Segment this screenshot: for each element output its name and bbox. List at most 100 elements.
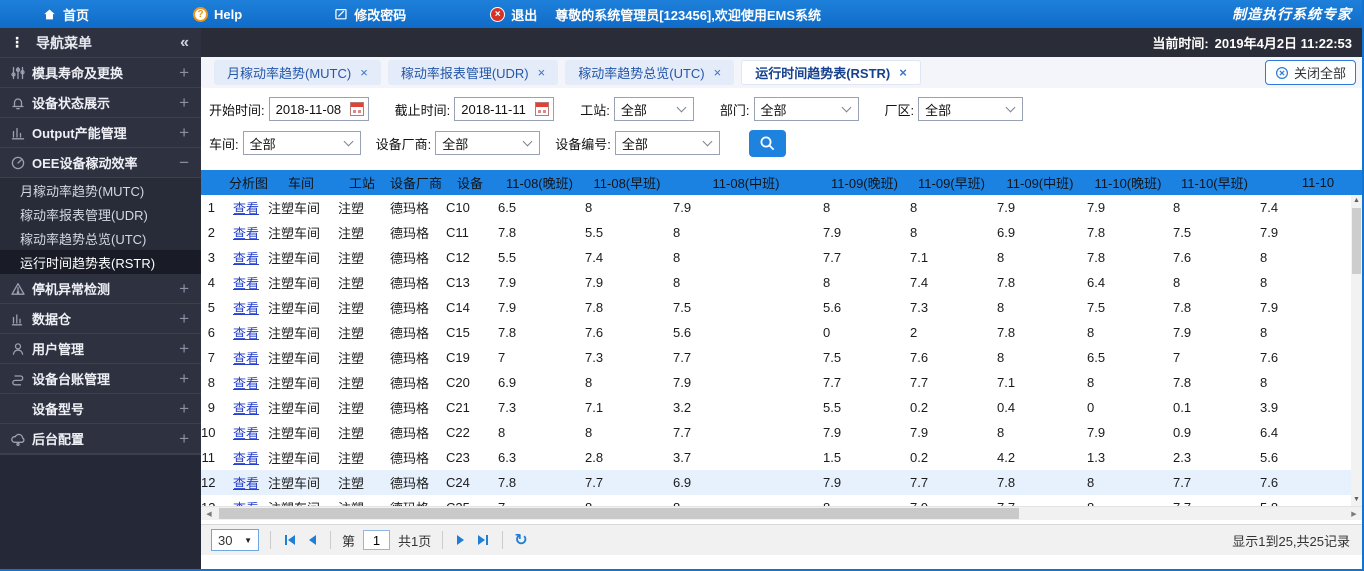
sidebar-item[interactable]: 设备状态展示 + (0, 88, 201, 118)
vertical-scroll-thumb[interactable] (1352, 208, 1361, 274)
horizontal-scroll-thumb[interactable] (219, 508, 1019, 519)
expand-toggle-icon[interactable]: + (179, 94, 189, 111)
sidebar-subitem[interactable]: 月稼动率趋势(MUTC) (0, 178, 201, 202)
vendor-select[interactable]: 全部 (435, 131, 541, 155)
sidebar-subitem[interactable]: 运行时间趋势表(RSTR) (0, 250, 201, 274)
tab-close-icon[interactable]: × (538, 65, 546, 80)
view-link-text[interactable]: 查看 (233, 351, 259, 366)
view-link[interactable]: 查看 (231, 423, 266, 442)
table-row[interactable]: 9 查看 注塑车间 注塑 德玛格 C21 7.3 7.1 3.2 5.5 0.2 0.4 0 0.1 3.9 (201, 395, 1362, 420)
tab-close-icon[interactable]: × (899, 65, 907, 80)
start-time-input[interactable]: 2018-11-08 (268, 97, 369, 121)
table-row[interactable]: 8 查看 注塑车间 注塑 德玛格 C20 6.9 8 7.9 7.7 7.7 7.1 8 7.8 8 (201, 370, 1362, 395)
refresh-icon[interactable]: ↻ (514, 530, 527, 550)
next-page-button[interactable] (454, 535, 467, 545)
sidebar-item[interactable]: 设备台账管理 + (0, 364, 201, 394)
expand-toggle-icon[interactable]: + (179, 340, 189, 357)
scroll-up-arrow-icon[interactable]: ▲ (1351, 195, 1362, 207)
factory-select[interactable]: 全部 (918, 97, 1024, 121)
previous-page-button[interactable] (306, 535, 319, 545)
view-link[interactable]: 查看 (231, 323, 266, 342)
expand-toggle-icon[interactable]: + (179, 310, 189, 327)
table-row[interactable]: 10 查看 注塑车间 注塑 德玛格 C22 8 8 7.7 7.9 7.9 8 7.9 0.9 6.4 (201, 420, 1362, 445)
tab-item[interactable]: 月稼动率趋势(MUTC) × (214, 60, 381, 85)
sidebar-collapse-icon[interactable]: « (180, 34, 189, 52)
table-row[interactable]: 1 查看 注塑车间 注塑 德玛格 C10 6.5 8 7.9 8 8 7.9 7.9 8 7.4 (201, 195, 1362, 220)
scroll-left-arrow-icon[interactable]: ◀ (201, 507, 217, 520)
view-link-text[interactable]: 查看 (233, 201, 259, 216)
view-link-text[interactable]: 查看 (233, 376, 259, 391)
sidebar-item[interactable]: 停机异常检测 + (0, 274, 201, 304)
table-row[interactable]: 5 查看 注塑车间 注塑 德玛格 C14 7.9 7.8 7.5 5.6 7.3 8 7.5 7.8 7.9 (201, 295, 1362, 320)
tab-close-icon[interactable]: × (714, 65, 722, 80)
sidebar-item[interactable]: 后台配置 + (0, 424, 201, 454)
logout-button[interactable]: × 退出 (490, 5, 537, 24)
table-row[interactable]: 11 查看 注塑车间 注塑 德玛格 C23 6.3 2.8 3.7 1.5 0.2 4.2 1.3 2.3… (201, 445, 1362, 470)
view-link-text[interactable]: 查看 (233, 326, 259, 341)
scroll-right-arrow-icon[interactable]: ▶ (1346, 507, 1362, 520)
table-row[interactable]: 3 查看 注塑车间 注塑 德玛格 C12 5.5 7.4 8 7.7 7.1 8 7.8 7.6 8 (201, 245, 1362, 270)
table-row[interactable]: 4 查看 注塑车间 注塑 德玛格 C13 7.9 7.9 8 8 7.4 7.8 6.4 8 8 (201, 270, 1362, 295)
tab-active[interactable]: 运行时间趋势表(RSTR) × (741, 60, 921, 85)
expand-toggle-icon[interactable]: + (179, 400, 189, 417)
expand-toggle-icon[interactable]: + (179, 430, 189, 447)
view-link-text[interactable]: 查看 (233, 476, 259, 491)
view-link[interactable]: 查看 (231, 198, 266, 217)
view-link[interactable]: 查看 (231, 298, 266, 317)
collapse-toggle-icon[interactable]: − (179, 154, 189, 171)
page-number-input[interactable] (363, 530, 391, 550)
department-select[interactable]: 全部 (753, 97, 859, 121)
tab-item[interactable]: 稼动率趋势总览(UTC) × (565, 60, 735, 85)
view-link[interactable]: 查看 (231, 448, 266, 467)
sidebar-item[interactable]: 设备型号 + (0, 394, 201, 424)
view-link[interactable]: 查看 (231, 248, 266, 267)
sidebar-item[interactable]: Output产能管理 + (0, 118, 201, 148)
view-link-text[interactable]: 查看 (233, 276, 259, 291)
view-link[interactable]: 查看 (231, 223, 266, 242)
view-link[interactable]: 查看 (231, 473, 266, 492)
table-row[interactable]: 6 查看 注塑车间 注塑 德玛格 C15 7.8 7.6 5.6 0 2 7.8 8 7.9 8 (201, 320, 1362, 345)
close-all-tabs-button[interactable]: 关闭全部 (1264, 60, 1356, 85)
table-row[interactable]: 12 查看 注塑车间 注塑 德玛格 C24 7.8 7.7 6.9 7.9 7.7 7.8 8 7.7 7.… (201, 470, 1362, 495)
view-link-text[interactable]: 查看 (233, 451, 259, 466)
sidebar-subitem[interactable]: 稼动率报表管理(UDR) (0, 202, 201, 226)
table-row[interactable]: 7 查看 注塑车间 注塑 德玛格 C19 7 7.3 7.7 7.5 7.6 8 6.5 7 7.6 (201, 345, 1362, 370)
view-link[interactable]: 查看 (231, 273, 266, 292)
view-link-text[interactable]: 查看 (233, 426, 259, 441)
view-link[interactable]: 查看 (231, 348, 266, 367)
expand-toggle-icon[interactable]: + (179, 64, 189, 81)
calendar-icon[interactable] (535, 102, 550, 116)
first-page-button[interactable] (282, 535, 298, 545)
view-link[interactable]: 查看 (231, 373, 266, 392)
view-link-text[interactable]: 查看 (233, 251, 259, 266)
change-password-button[interactable]: 修改密码 (334, 5, 406, 24)
end-time-input[interactable]: 2018-11-11 (454, 97, 555, 121)
sidebar-subitem[interactable]: 稼动率趋势总览(UTC) (0, 226, 201, 250)
view-link-text[interactable]: 查看 (233, 226, 259, 241)
home-button[interactable]: 首页 (42, 5, 89, 24)
table-row[interactable]: 2 查看 注塑车间 注塑 德玛格 C11 7.8 5.5 8 7.9 8 6.9 7.8 7.5 7.9 (201, 220, 1362, 245)
tab-item[interactable]: 稼动率报表管理(UDR) × (387, 60, 559, 85)
last-page-button[interactable] (475, 535, 491, 545)
vertical-scrollbar[interactable]: ▲ ▼ (1351, 195, 1362, 506)
expand-toggle-icon[interactable]: + (179, 124, 189, 141)
sidebar-item[interactable]: OEE设备稼动效率 − (0, 148, 201, 178)
expand-toggle-icon[interactable]: + (179, 370, 189, 387)
search-button[interactable] (748, 129, 786, 157)
page-size-select[interactable]: 30 ▼ (211, 529, 259, 551)
sidebar-item[interactable]: 用户管理 + (0, 334, 201, 364)
help-button[interactable]: ? Help (193, 6, 242, 22)
expand-toggle-icon[interactable]: + (179, 280, 189, 297)
scroll-down-arrow-icon[interactable]: ▼ (1351, 494, 1362, 506)
sidebar-item[interactable]: 数据仓 + (0, 304, 201, 334)
tab-close-icon[interactable]: × (360, 65, 368, 80)
calendar-icon[interactable] (349, 102, 364, 116)
station-select[interactable]: 全部 (613, 97, 694, 121)
sidebar-item[interactable]: 模具寿命及更换 + (0, 58, 201, 88)
view-link[interactable]: 查看 (231, 398, 266, 417)
horizontal-scrollbar[interactable]: ◀ ▶ (201, 506, 1362, 520)
device-no-select[interactable]: 全部 (614, 131, 720, 155)
view-link-text[interactable]: 查看 (233, 401, 259, 416)
workshop-select[interactable]: 全部 (242, 131, 361, 155)
view-link-text[interactable]: 查看 (233, 301, 259, 316)
